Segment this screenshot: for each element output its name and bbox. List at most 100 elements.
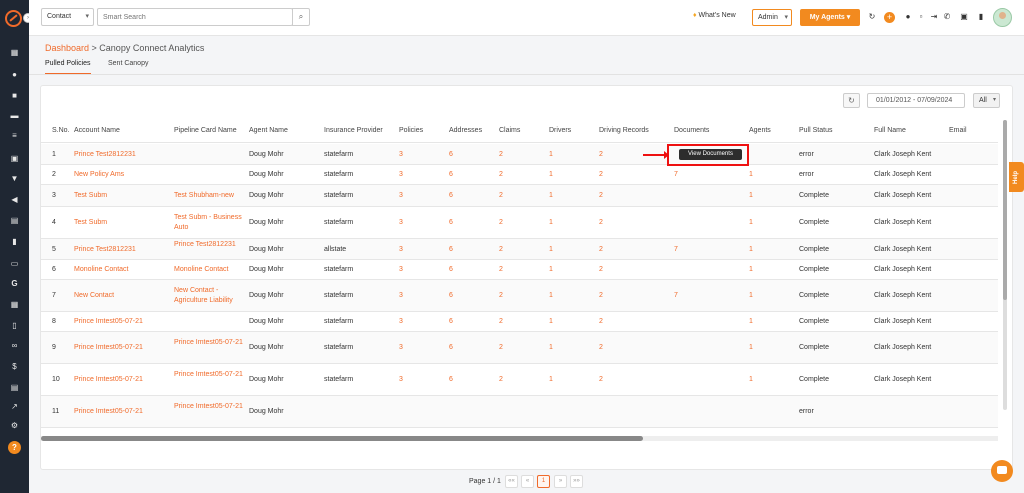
whats-new-link[interactable]: ♦ What's New bbox=[693, 12, 736, 19]
cell-pipeline[interactable]: Test Subm - Business Auto bbox=[174, 213, 246, 233]
cell-policies[interactable]: 3 bbox=[399, 375, 403, 385]
column-header-status[interactable]: Pull Status bbox=[799, 127, 832, 134]
cell-claims[interactable]: 2 bbox=[499, 265, 503, 275]
cell-agents[interactable]: 1 bbox=[749, 317, 753, 327]
column-header-agents[interactable]: Agents bbox=[749, 127, 771, 134]
cell-policies[interactable]: 3 bbox=[399, 218, 403, 228]
cell-agents[interactable]: 1 bbox=[749, 343, 753, 353]
cell-pipeline[interactable]: New Contact - Agriculture Liability bbox=[174, 286, 246, 306]
campaign-icon[interactable]: ◀ bbox=[10, 195, 19, 204]
column-header-drivers[interactable]: Drivers bbox=[549, 127, 571, 134]
cell-account[interactable]: Prince Imtest05-07-21 bbox=[74, 317, 170, 327]
refresh-button[interactable]: ↻ bbox=[843, 93, 860, 108]
column-header-driving[interactable]: Driving Records bbox=[599, 127, 649, 134]
column-header-provider[interactable]: Insurance Provider bbox=[324, 127, 383, 134]
cell-agents[interactable]: 1 bbox=[749, 245, 753, 255]
cell-drivers[interactable]: 1 bbox=[549, 343, 553, 353]
cell-addresses[interactable]: 6 bbox=[449, 150, 453, 160]
cell-drivers[interactable]: 1 bbox=[549, 191, 553, 201]
cell-addresses[interactable]: 6 bbox=[449, 291, 453, 301]
cell-driving[interactable]: 2 bbox=[599, 245, 603, 255]
cell-pipeline[interactable]: Monoline Contact bbox=[174, 265, 246, 275]
cell-claims[interactable]: 2 bbox=[499, 170, 503, 180]
handshake-icon[interactable]: ∞ bbox=[10, 341, 19, 350]
next-page-button[interactable]: » bbox=[554, 475, 567, 488]
cell-drivers[interactable]: 1 bbox=[549, 375, 553, 385]
cell-policies[interactable]: 3 bbox=[399, 317, 403, 327]
filter-icon[interactable]: ▼ bbox=[10, 174, 19, 183]
cell-account[interactable]: Prince Test2812231 bbox=[74, 150, 170, 160]
cell-drivers[interactable]: 1 bbox=[549, 265, 553, 275]
avatar[interactable] bbox=[993, 8, 1012, 27]
cell-policies[interactable]: 3 bbox=[399, 265, 403, 275]
cell-driving[interactable]: 2 bbox=[599, 218, 603, 228]
cell-pipeline[interactable]: Prince Test2812231 bbox=[174, 240, 246, 250]
cell-addresses[interactable]: 6 bbox=[449, 245, 453, 255]
column-header-email[interactable]: Email bbox=[949, 127, 967, 134]
cell-documents[interactable]: 7 bbox=[674, 245, 678, 255]
dollar-icon[interactable]: $ bbox=[10, 362, 19, 371]
cell-drivers[interactable]: 1 bbox=[549, 218, 553, 228]
prev-page-button[interactable]: « bbox=[521, 475, 534, 488]
column-header-policies[interactable]: Policies bbox=[399, 127, 423, 134]
cell-pipeline[interactable]: Prince Imtest05-07-21 bbox=[174, 402, 246, 412]
chip-icon[interactable]: ▣ bbox=[959, 12, 969, 22]
cell-addresses[interactable]: 6 bbox=[449, 375, 453, 385]
column-header-sno[interactable]: S.No. bbox=[52, 127, 70, 134]
horizontal-scrollbar[interactable] bbox=[41, 436, 998, 441]
admin-select[interactable]: Admin bbox=[752, 9, 792, 26]
help-icon[interactable]: ? bbox=[8, 441, 21, 454]
smart-search-input[interactable] bbox=[97, 8, 293, 26]
cell-claims[interactable]: 2 bbox=[499, 191, 503, 201]
cell-claims[interactable]: 2 bbox=[499, 343, 503, 353]
cell-driving[interactable]: 2 bbox=[599, 375, 603, 385]
page-1-button[interactable]: 1 bbox=[537, 475, 550, 488]
trash-icon[interactable]: ▮ bbox=[976, 12, 986, 22]
folder-icon[interactable]: ▭ bbox=[10, 259, 19, 268]
cell-driving[interactable]: 2 bbox=[599, 191, 603, 201]
status-filter-select[interactable]: All bbox=[973, 93, 1000, 108]
cell-agents[interactable]: 1 bbox=[749, 265, 753, 275]
cell-documents[interactable]: 7 bbox=[674, 170, 678, 180]
cell-driving[interactable]: 2 bbox=[599, 291, 603, 301]
clipboard-icon[interactable]: ▯ bbox=[10, 321, 19, 330]
tab-pulled-policies[interactable]: Pulled Policies bbox=[45, 58, 91, 75]
cell-driving[interactable]: 2 bbox=[599, 170, 603, 180]
badge-icon[interactable]: ▫ bbox=[916, 12, 926, 22]
breadcrumb-dashboard-link[interactable]: Dashboard bbox=[45, 43, 89, 53]
first-page-button[interactable]: «« bbox=[505, 475, 518, 488]
cell-pipeline[interactable]: Test Shubham-new bbox=[174, 191, 246, 201]
cell-agents[interactable]: 1 bbox=[749, 218, 753, 228]
cell-account[interactable]: Monoline Contact bbox=[74, 265, 170, 275]
cell-account[interactable]: Prince Test2812231 bbox=[74, 245, 170, 255]
cell-driving[interactable]: 2 bbox=[599, 317, 603, 327]
column-header-fullname[interactable]: Full Name bbox=[874, 127, 906, 134]
cell-policies[interactable]: 3 bbox=[399, 343, 403, 353]
column-header-agent[interactable]: Agent Name bbox=[249, 127, 288, 134]
settings-icon[interactable]: ⚙ bbox=[10, 421, 19, 430]
column-header-account[interactable]: Account Name bbox=[74, 127, 120, 134]
cell-policies[interactable]: 3 bbox=[399, 150, 403, 160]
reports-icon[interactable]: ▣ bbox=[10, 154, 19, 163]
logout-icon[interactable]: ⇥ bbox=[929, 12, 939, 22]
app-logo[interactable] bbox=[5, 10, 22, 27]
cell-policies[interactable]: 3 bbox=[399, 170, 403, 180]
cell-pipeline[interactable]: Prince Imtest05-07-21 bbox=[174, 338, 246, 348]
cell-drivers[interactable]: 1 bbox=[549, 245, 553, 255]
column-header-documents[interactable]: Documents bbox=[674, 127, 709, 134]
last-page-button[interactable]: »» bbox=[570, 475, 583, 488]
cell-claims[interactable]: 2 bbox=[499, 317, 503, 327]
cell-addresses[interactable]: 6 bbox=[449, 170, 453, 180]
cell-account[interactable]: Test Subm bbox=[74, 191, 170, 201]
cell-policies[interactable]: 3 bbox=[399, 291, 403, 301]
cell-policies[interactable]: 3 bbox=[399, 191, 403, 201]
cell-account[interactable]: New Contact bbox=[74, 291, 170, 301]
chat-button[interactable] bbox=[991, 460, 1013, 482]
cell-addresses[interactable]: 6 bbox=[449, 317, 453, 327]
cell-claims[interactable]: 2 bbox=[499, 150, 503, 160]
cell-agents[interactable]: 1 bbox=[749, 291, 753, 301]
cell-account[interactable]: Prince Imtest05-07-21 bbox=[74, 375, 170, 385]
list-icon[interactable]: ≡ bbox=[10, 131, 19, 140]
cell-documents[interactable]: 7 bbox=[674, 291, 678, 301]
data-icon[interactable]: ▤ bbox=[10, 383, 19, 392]
